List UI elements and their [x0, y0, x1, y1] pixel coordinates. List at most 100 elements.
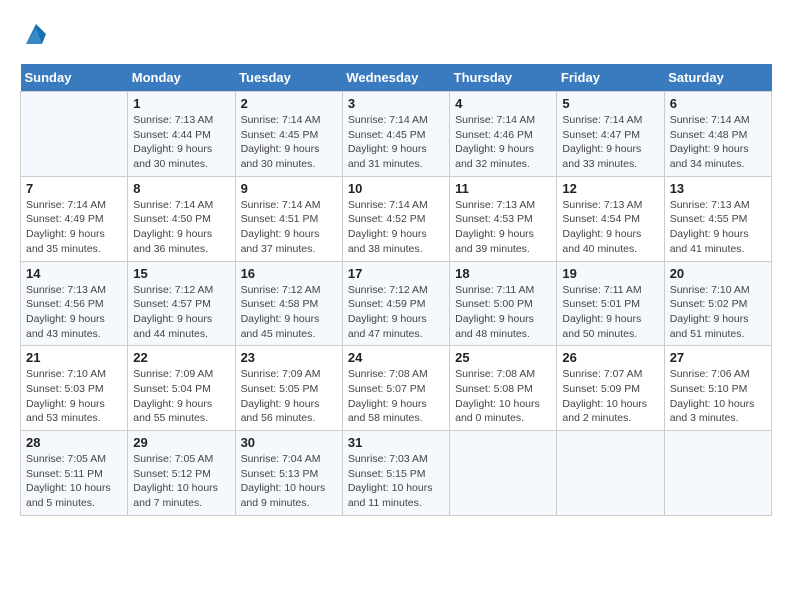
day-detail: Sunrise: 7:12 AMSunset: 4:58 PMDaylight:…	[241, 283, 337, 342]
logo	[20, 20, 50, 54]
day-number: 23	[241, 350, 337, 365]
day-detail: Sunrise: 7:12 AMSunset: 4:59 PMDaylight:…	[348, 283, 444, 342]
day-number: 10	[348, 181, 444, 196]
day-detail: Sunrise: 7:13 AMSunset: 4:44 PMDaylight:…	[133, 113, 229, 172]
day-detail: Sunrise: 7:14 AMSunset: 4:51 PMDaylight:…	[241, 198, 337, 257]
calendar-cell: 21Sunrise: 7:10 AMSunset: 5:03 PMDayligh…	[21, 346, 128, 431]
header-cell-thursday: Thursday	[450, 64, 557, 92]
day-number: 8	[133, 181, 229, 196]
calendar-cell: 11Sunrise: 7:13 AMSunset: 4:53 PMDayligh…	[450, 176, 557, 261]
calendar-cell: 30Sunrise: 7:04 AMSunset: 5:13 PMDayligh…	[235, 431, 342, 516]
day-detail: Sunrise: 7:14 AMSunset: 4:50 PMDaylight:…	[133, 198, 229, 257]
calendar-cell: 22Sunrise: 7:09 AMSunset: 5:04 PMDayligh…	[128, 346, 235, 431]
header-cell-sunday: Sunday	[21, 64, 128, 92]
calendar-cell: 31 Sunrise: 7:03 AMSunset: 5:15 PMDayligh…	[342, 431, 449, 516]
day-detail: Sunrise: 7:09 AMSunset: 5:05 PMDaylight:…	[241, 367, 337, 426]
calendar-cell: 24 Sunrise: 7:08 AMSunset: 5:07 PMDayligh…	[342, 346, 449, 431]
calendar-cell: 17 Sunrise: 7:12 AMSunset: 4:59 PMDayligh…	[342, 261, 449, 346]
day-detail: Sunrise: 7:11 AMSunset: 5:01 PMDaylight:…	[562, 283, 658, 342]
day-number: 28	[26, 435, 122, 450]
calendar-cell	[664, 431, 771, 516]
calendar-cell: 14 Sunrise: 7:13 AMSunset: 4:56 PMDayligh…	[21, 261, 128, 346]
day-number: 7	[26, 181, 122, 196]
day-number: 16	[241, 266, 337, 281]
day-detail: Sunrise: 7:08 AMSunset: 5:07 PMDaylight:…	[348, 367, 444, 426]
day-number: 25	[455, 350, 551, 365]
day-number: 21	[26, 350, 122, 365]
calendar-cell: 8 Sunrise: 7:14 AMSunset: 4:50 PMDaylight…	[128, 176, 235, 261]
calendar-cell	[450, 431, 557, 516]
header-cell-saturday: Saturday	[664, 64, 771, 92]
header-cell-monday: Monday	[128, 64, 235, 92]
day-detail: Sunrise: 7:14 AMSunset: 4:45 PMDaylight:…	[348, 113, 444, 172]
day-detail: Sunrise: 7:14 AMSunset: 4:47 PMDaylight:…	[562, 113, 658, 172]
day-number: 9	[241, 181, 337, 196]
header-cell-tuesday: Tuesday	[235, 64, 342, 92]
day-detail: Sunrise: 7:14 AMSunset: 4:49 PMDaylight:…	[26, 198, 122, 257]
calendar-cell: 6Sunrise: 7:14 AMSunset: 4:48 PMDaylight…	[664, 92, 771, 177]
header-cell-wednesday: Wednesday	[342, 64, 449, 92]
calendar-cell: 1 Sunrise: 7:13 AMSunset: 4:44 PMDaylight…	[128, 92, 235, 177]
calendar-cell: 19 Sunrise: 7:11 AMSunset: 5:01 PMDayligh…	[557, 261, 664, 346]
calendar-cell: 12Sunrise: 7:13 AMSunset: 4:54 PMDayligh…	[557, 176, 664, 261]
day-number: 27	[670, 350, 766, 365]
week-row-1: 1 Sunrise: 7:13 AMSunset: 4:44 PMDaylight…	[21, 92, 772, 177]
day-detail: Sunrise: 7:05 AMSunset: 5:11 PMDaylight:…	[26, 452, 122, 511]
day-detail: Sunrise: 7:05 AMSunset: 5:12 PMDaylight:…	[133, 452, 229, 511]
calendar-cell: 10Sunrise: 7:14 AMSunset: 4:52 PMDayligh…	[342, 176, 449, 261]
day-detail: Sunrise: 7:07 AMSunset: 5:09 PMDaylight:…	[562, 367, 658, 426]
day-detail: Sunrise: 7:14 AMSunset: 4:46 PMDaylight:…	[455, 113, 551, 172]
day-number: 19	[562, 266, 658, 281]
calendar-cell: 9 Sunrise: 7:14 AMSunset: 4:51 PMDaylight…	[235, 176, 342, 261]
day-number: 26	[562, 350, 658, 365]
day-number: 18	[455, 266, 551, 281]
week-row-4: 21Sunrise: 7:10 AMSunset: 5:03 PMDayligh…	[21, 346, 772, 431]
logo-text	[20, 20, 50, 54]
day-number: 29	[133, 435, 229, 450]
day-number: 22	[133, 350, 229, 365]
day-detail: Sunrise: 7:12 AMSunset: 4:57 PMDaylight:…	[133, 283, 229, 342]
day-number: 1	[133, 96, 229, 111]
day-detail: Sunrise: 7:13 AMSunset: 4:55 PMDaylight:…	[670, 198, 766, 257]
day-number: 14	[26, 266, 122, 281]
calendar-cell: 25 Sunrise: 7:08 AMSunset: 5:08 PMDayligh…	[450, 346, 557, 431]
day-number: 13	[670, 181, 766, 196]
day-detail: Sunrise: 7:13 AMSunset: 4:53 PMDaylight:…	[455, 198, 551, 257]
day-detail: Sunrise: 7:08 AMSunset: 5:08 PMDaylight:…	[455, 367, 551, 426]
day-number: 17	[348, 266, 444, 281]
calendar-cell: 27 Sunrise: 7:06 AMSunset: 5:10 PMDayligh…	[664, 346, 771, 431]
calendar-cell: 23 Sunrise: 7:09 AMSunset: 5:05 PMDayligh…	[235, 346, 342, 431]
calendar-cell	[21, 92, 128, 177]
day-number: 24	[348, 350, 444, 365]
day-number: 31	[348, 435, 444, 450]
day-number: 3	[348, 96, 444, 111]
day-detail: Sunrise: 7:06 AMSunset: 5:10 PMDaylight:…	[670, 367, 766, 426]
calendar-cell: 16 Sunrise: 7:12 AMSunset: 4:58 PMDayligh…	[235, 261, 342, 346]
calendar-cell: 18 Sunrise: 7:11 AMSunset: 5:00 PMDayligh…	[450, 261, 557, 346]
calendar-cell: 4 Sunrise: 7:14 AMSunset: 4:46 PMDaylight…	[450, 92, 557, 177]
logo-icon	[22, 20, 50, 48]
day-number: 20	[670, 266, 766, 281]
week-row-3: 14 Sunrise: 7:13 AMSunset: 4:56 PMDayligh…	[21, 261, 772, 346]
header-row: SundayMondayTuesdayWednesdayThursdayFrid…	[21, 64, 772, 92]
calendar-cell	[557, 431, 664, 516]
calendar-cell: 28 Sunrise: 7:05 AMSunset: 5:11 PMDayligh…	[21, 431, 128, 516]
calendar-cell: 7 Sunrise: 7:14 AMSunset: 4:49 PMDaylight…	[21, 176, 128, 261]
week-row-5: 28 Sunrise: 7:05 AMSunset: 5:11 PMDayligh…	[21, 431, 772, 516]
calendar-cell: 29 Sunrise: 7:05 AMSunset: 5:12 PMDayligh…	[128, 431, 235, 516]
day-detail: Sunrise: 7:14 AMSunset: 4:48 PMDaylight:…	[670, 113, 766, 172]
day-detail: Sunrise: 7:04 AMSunset: 5:13 PMDaylight:…	[241, 452, 337, 511]
day-number: 2	[241, 96, 337, 111]
day-number: 4	[455, 96, 551, 111]
page-header	[20, 20, 772, 54]
day-detail: Sunrise: 7:03 AMSunset: 5:15 PMDaylight:…	[348, 452, 444, 511]
calendar-cell: 20Sunrise: 7:10 AMSunset: 5:02 PMDayligh…	[664, 261, 771, 346]
day-detail: Sunrise: 7:13 AMSunset: 4:56 PMDaylight:…	[26, 283, 122, 342]
week-row-2: 7 Sunrise: 7:14 AMSunset: 4:49 PMDaylight…	[21, 176, 772, 261]
day-number: 5	[562, 96, 658, 111]
calendar-cell: 13 Sunrise: 7:13 AMSunset: 4:55 PMDayligh…	[664, 176, 771, 261]
day-number: 15	[133, 266, 229, 281]
day-detail: Sunrise: 7:11 AMSunset: 5:00 PMDaylight:…	[455, 283, 551, 342]
calendar-cell: 5 Sunrise: 7:14 AMSunset: 4:47 PMDaylight…	[557, 92, 664, 177]
calendar-cell: 15 Sunrise: 7:12 AMSunset: 4:57 PMDayligh…	[128, 261, 235, 346]
